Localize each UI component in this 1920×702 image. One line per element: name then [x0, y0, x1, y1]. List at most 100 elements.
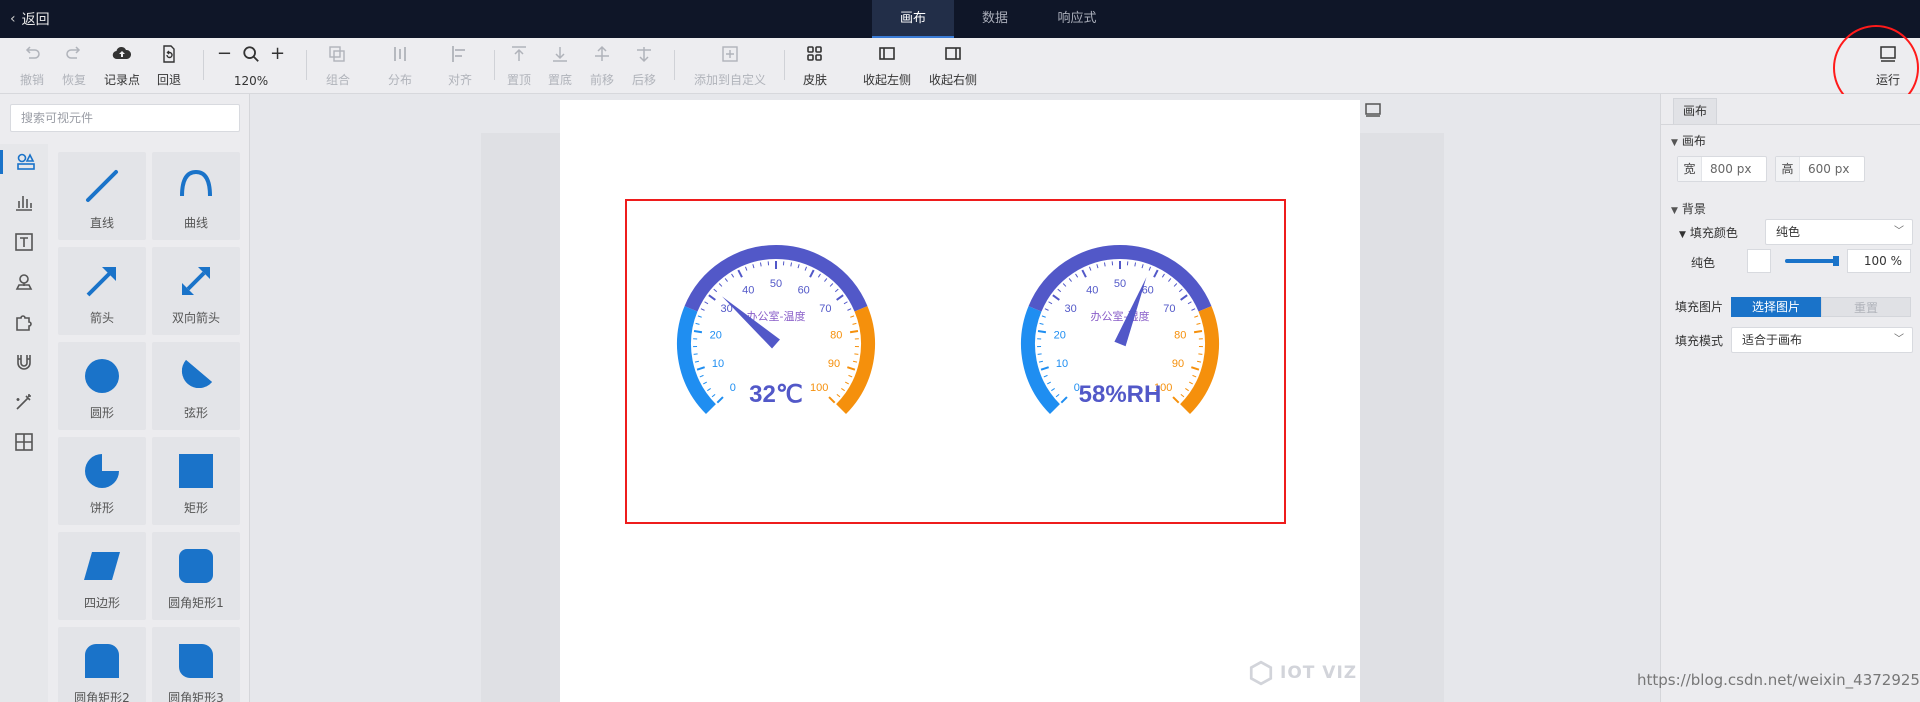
pie-icon [85, 454, 119, 488]
category-custom[interactable] [12, 430, 36, 454]
gauge-minor-tick [707, 387, 711, 392]
background-section-header[interactable]: ▼ 背景 [1671, 200, 1706, 217]
width-field[interactable]: 宽 800 px [1677, 156, 1767, 182]
send-to-bottom-button[interactable]: 置底 [547, 44, 573, 88]
fill-color-select[interactable]: 纯色 ﹀ [1765, 219, 1913, 245]
category-location[interactable] [12, 270, 36, 294]
category-shapes[interactable] [0, 150, 48, 174]
record-point-button[interactable]: 记录点 [102, 44, 142, 88]
height-field[interactable]: 高 600 px [1775, 156, 1865, 182]
component-rounded-rect-1[interactable]: 圆角矩形1 [152, 532, 240, 620]
gauge-tick-label: 10 [712, 358, 724, 370]
tab-responsive[interactable]: 响应式 [1036, 0, 1118, 38]
search-input[interactable]: 搜索可视元件 [10, 104, 240, 132]
canvas-section-header[interactable]: ▼ 画布 [1671, 132, 1706, 149]
component-rounded-rect-2[interactable]: 圆角矩形2 [58, 627, 146, 702]
canvas-page[interactable]: 0 10 20 30 40 50 60 70 80 90 100 办公室-温度 32℃ 0 10 20 30 4… [560, 100, 1360, 702]
component-arrow[interactable]: 箭头 [58, 247, 146, 335]
tab-canvas[interactable]: 画布 [872, 0, 954, 38]
undo-button[interactable]: 撤销 [19, 44, 45, 88]
main-tabs: 画布 数据 响应式 [872, 0, 1118, 38]
gauge-major-tick [836, 294, 844, 301]
move-forward-button[interactable]: 前移 [589, 44, 615, 88]
component-rectangle[interactable]: 矩形 [152, 437, 240, 525]
gauge-minor-tick [843, 301, 848, 305]
gauge-minor-tick [852, 322, 857, 325]
gauge-minor-tick [1088, 266, 1092, 271]
component-rounded-rect-3[interactable]: 圆角矩形3 [152, 627, 240, 702]
gauge-tick-label: 50 [770, 278, 782, 290]
color-swatch[interactable] [1747, 249, 1771, 273]
skin-button[interactable]: 皮肤 [800, 44, 830, 88]
align-left-icon [452, 46, 465, 62]
category-plugins[interactable] [12, 310, 36, 334]
gauge-minor-tick [1148, 266, 1152, 271]
collapse-right-button[interactable]: 收起右侧 [928, 44, 978, 88]
align-button[interactable]: 对齐 [442, 44, 478, 88]
separator [203, 50, 204, 80]
distribute-icon [394, 47, 406, 61]
temperature-gauge[interactable]: 0102030405060708090100办公室-温度32℃ [646, 214, 906, 444]
component-chord[interactable]: 弦形 [152, 342, 240, 430]
component-line[interactable]: 直线 [58, 152, 146, 240]
divider [1661, 124, 1920, 125]
gauge-major-tick [716, 396, 724, 404]
component-curve[interactable]: 曲线 [152, 152, 240, 240]
separator [674, 50, 675, 80]
tab-canvas-properties[interactable]: 画布 [1673, 98, 1717, 124]
redo-button[interactable]: 恢复 [61, 44, 87, 88]
category-magnet[interactable] [12, 350, 36, 374]
gauge-minor-tick [699, 374, 704, 378]
gauge-major-tick [737, 269, 743, 278]
rounded-rect-icon [179, 549, 213, 583]
bring-to-top-button[interactable]: 置顶 [506, 44, 532, 88]
group-icon [329, 46, 345, 62]
rollback-button[interactable]: 回退 [156, 44, 182, 88]
fill-mode-select[interactable]: 适合于画布 ﹀ [1731, 327, 1913, 353]
screen-icon[interactable] [1364, 102, 1382, 118]
reset-button[interactable]: 重置 [1821, 297, 1911, 317]
category-magic[interactable] [12, 390, 36, 414]
gauge-minor-tick [703, 381, 708, 385]
gauge-minor-tick [841, 387, 845, 392]
zoom-out-icon[interactable]: − [217, 45, 232, 63]
gauge-minor-tick [711, 393, 716, 398]
zoom-in-icon[interactable]: + [270, 45, 285, 63]
gauge-tick-label: 30 [1065, 303, 1077, 315]
humidity-gauge[interactable]: 0102030405060708090100办公室-湿度58%RH [990, 214, 1250, 444]
rollback-icon [163, 45, 175, 63]
gauge-minor-tick [1191, 308, 1196, 311]
gauge-minor-tick [759, 262, 762, 267]
choose-image-button[interactable]: 选择图片 [1731, 297, 1821, 317]
gauge-minor-tick [1039, 322, 1044, 325]
back-button[interactable]: ‹ 返回 [10, 0, 50, 38]
gauge-tick-label: 70 [1163, 303, 1175, 315]
group-button[interactable]: 组合 [320, 44, 356, 88]
gauge-minor-tick [790, 262, 793, 267]
separator [494, 50, 495, 80]
magnet-icon [17, 355, 31, 370]
move-backward-button[interactable]: 后移 [631, 44, 657, 88]
opacity-slider[interactable] [1785, 259, 1835, 263]
gauge-tick-label: 100 [810, 382, 828, 394]
distribute-button[interactable]: 分布 [382, 44, 418, 88]
gauge-minor-tick [1187, 301, 1192, 305]
gauge-major-tick [828, 396, 836, 404]
gauge-minor-tick [1196, 360, 1202, 363]
component-parallelogram[interactable]: 四边形 [58, 532, 146, 620]
tab-data[interactable]: 数据 [954, 0, 1036, 38]
component-double-arrow[interactable]: 双向箭头 [152, 247, 240, 335]
gauge-tick-label: 60 [798, 285, 810, 297]
gauge-minor-tick [1134, 262, 1137, 267]
opacity-slider-handle[interactable] [1833, 256, 1839, 266]
category-text[interactable] [12, 230, 36, 254]
bring-top-icon [512, 46, 526, 61]
add-to-custom-button[interactable]: 添加到自定义 [692, 44, 768, 88]
opacity-input[interactable]: 100 % [1847, 249, 1911, 273]
chevron-down-icon: ﹀ [1894, 226, 1904, 237]
component-circle[interactable]: 圆形 [58, 342, 146, 430]
component-pie[interactable]: 饼形 [58, 437, 146, 525]
collapse-left-button[interactable]: 收起左侧 [862, 44, 912, 88]
category-charts[interactable] [12, 190, 36, 214]
gauge-tick-label: 20 [1054, 329, 1066, 341]
